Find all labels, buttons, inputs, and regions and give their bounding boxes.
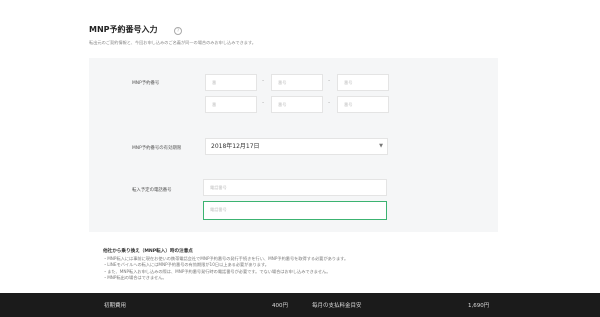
reservation-field-3[interactable]: 番号 [337, 74, 389, 91]
expiry-value: 2018年12月17日 [211, 143, 260, 150]
chevron-down-icon: ▼ [379, 143, 383, 149]
separator: - [262, 99, 265, 106]
separator: - [262, 77, 265, 84]
initial-cost-amount: 400円 [272, 303, 288, 309]
reservation-field-2[interactable]: 番号 [271, 74, 323, 91]
phone-number-input[interactable]: 電話番号 [203, 179, 387, 196]
monthly-cost-label: 毎月の支払料金目安 [312, 303, 362, 309]
separator: - [328, 99, 331, 106]
reservation-number-label: MNP予約番号 [132, 81, 160, 86]
page-subtitle: 転出元のご契約情報と、今回お申し込みのご名義が同一の場合のみお申し込みできます。 [89, 40, 256, 45]
reservation-field-4[interactable]: 番 [205, 96, 257, 113]
initial-cost-label: 初期費用 [104, 303, 127, 309]
expiry-select[interactable]: 2018年12月17日 ▼ [205, 138, 388, 155]
notes-item: ・MNP転出の場合はできません。 [103, 275, 167, 281]
reservation-field-1[interactable]: 番 [205, 74, 257, 91]
reservation-field-5[interactable]: 番号 [271, 96, 323, 113]
notes-list: ・MNP転入には事前に現在お使いの携帯電話会社でMNP予約番号の発行手続きを行い… [103, 256, 503, 282]
help-icon[interactable]: ? [174, 27, 182, 35]
price-footer-bar: 初期費用 400円 毎月の支払料金目安 1,690円 [0, 293, 600, 317]
expiry-label: MNP予約番号の有効期限 [132, 146, 182, 151]
separator: - [328, 77, 331, 84]
monthly-cost-amount: 1,690円 [468, 303, 490, 309]
phone-number-label: 転入予定の電話番号 [132, 188, 172, 193]
reservation-field-6[interactable]: 番号 [337, 96, 389, 113]
page-title: MNP予約番号入力 [89, 25, 158, 34]
notes-title: 他社から乗り換え（MNP転入）時の注意点 [103, 249, 193, 254]
phone-number-confirm-input[interactable]: 電話番号 [203, 201, 387, 220]
